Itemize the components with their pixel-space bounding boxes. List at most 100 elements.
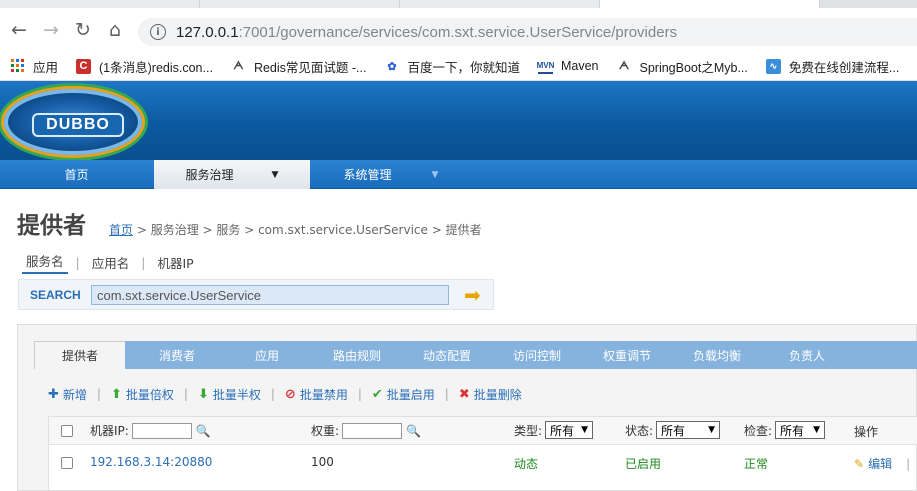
action-separator: |: [270, 387, 275, 401]
header-type-label: 类型:: [514, 423, 543, 438]
header-status-label: 状态:: [625, 423, 654, 438]
action-separator: |: [357, 387, 362, 401]
select-value: 所有: [780, 423, 805, 438]
bookmark-springboot[interactable]: ᗅ SpringBoot之Myb...: [617, 57, 748, 76]
cross-icon: ✖: [458, 386, 470, 402]
header-ip: 机器IP: 🔍: [90, 422, 211, 439]
breadcrumb: 首页 > 服务治理 > 服务 > com.sxt.service.UserSer…: [109, 221, 482, 238]
tab-separator: |: [141, 254, 146, 270]
search-bar: SEARCH ➡: [18, 279, 494, 310]
plus-icon: ✚: [48, 386, 59, 402]
search-icon[interactable]: 🔍: [196, 424, 211, 438]
edit-button[interactable]: ✎ 编辑 |: [854, 455, 910, 472]
half-weight-button[interactable]: ⬇ 批量半权: [198, 386, 261, 403]
chevron-down-icon: ▼: [708, 425, 716, 435]
address-bar[interactable]: i 127.0.0.1:7001/governance/services/com…: [138, 18, 917, 46]
bookmarks-bar: 应用 C (1条消息)redis.con... ᗅ Redis常见面试题 -... …: [0, 52, 917, 81]
search-input[interactable]: [91, 285, 449, 305]
add-button[interactable]: ✚ 新增: [48, 386, 87, 403]
check-filter-select[interactable]: 所有 ▼: [775, 421, 826, 439]
search-tab-ip[interactable]: 机器IP: [153, 253, 197, 272]
bookmark-csdn[interactable]: C (1条消息)redis.con...: [76, 57, 213, 76]
tab-weights[interactable]: 权重调节: [582, 341, 672, 369]
row-checkbox[interactable]: [61, 457, 73, 469]
tab-consumers[interactable]: 消费者: [132, 341, 222, 369]
back-arrow-icon[interactable]: ←: [8, 19, 30, 41]
action-separator: |: [183, 387, 188, 401]
bookmark-redis[interactable]: ᗅ Redis常见面试题 -...: [231, 57, 366, 76]
provider-tabs: 提供者 消费者 应用 路由规则 动态配置 访问控制 权重调节 负载均衡 负责人: [34, 341, 917, 369]
header-type: 类型: 所有 ▼: [514, 421, 594, 439]
tab-separator: |: [75, 254, 80, 270]
action-label: 批量倍权: [125, 387, 174, 402]
reload-icon[interactable]: ↻: [72, 19, 94, 41]
address-url[interactable]: 127.0.0.1:7001/governance/services/com.s…: [176, 24, 677, 41]
action-label: 批量半权: [212, 387, 261, 402]
tab-applications[interactable]: 应用: [222, 341, 312, 369]
chevron-down-icon: ▼: [271, 169, 279, 180]
provider-address-link[interactable]: 192.168.3.14:20880: [90, 455, 212, 469]
nav-label: 首页: [64, 168, 89, 182]
delete-button[interactable]: ✖ 批量删除: [459, 386, 522, 403]
site-info-icon[interactable]: i: [150, 24, 166, 40]
providers-table: 机器IP: 🔍 权重: 🔍 类型: 所有 ▼ 状态: 所有 ▼ 检查: 所有 ▼ 操作 192.…: [48, 416, 917, 491]
search-tab-service[interactable]: 服务名: [22, 251, 68, 274]
type-filter-select[interactable]: 所有 ▼: [545, 421, 594, 439]
search-go-arrow-icon[interactable]: ➡: [464, 285, 486, 305]
provider-status: 已启用: [625, 457, 662, 471]
status-filter-select[interactable]: 所有 ▼: [656, 421, 721, 439]
bookmark-label: 应用: [33, 60, 59, 75]
bookmark-label: 百度一下，你就知道: [407, 60, 520, 75]
browser-tab[interactable]: [200, 0, 400, 8]
bookmark-maven[interactable]: MVN Maven: [537, 59, 599, 74]
provider-check: 正常: [744, 457, 769, 471]
select-value: 所有: [661, 423, 686, 438]
tab-owners[interactable]: 负责人: [762, 341, 852, 369]
dubbo-logo[interactable]: DUBBO: [4, 89, 142, 155]
header-weight-label: 权重:: [311, 424, 340, 438]
up-arrow-icon: ⬆: [110, 386, 122, 402]
action-separator: |: [96, 387, 101, 401]
bookmark-baidu[interactable]: ✿ 百度一下，你就知道: [384, 57, 520, 76]
action-separator: |: [444, 387, 449, 401]
nav-item-home[interactable]: 首页: [0, 160, 153, 189]
nav-label: 系统管理: [343, 168, 392, 182]
url-host: 127.0.0.1: [176, 23, 239, 41]
weight-filter-input[interactable]: [342, 422, 403, 439]
main-nav: 首页 服务治理 ▼ 系统管理 ▼: [0, 160, 917, 189]
nav-item-system[interactable]: 系统管理 ▼: [311, 160, 471, 189]
header-check-label: 检查:: [744, 423, 773, 438]
nav-item-governance[interactable]: 服务治理 ▼: [154, 160, 310, 189]
app-header: DUBBO: [0, 81, 917, 160]
disable-button[interactable]: ⊘ 批量禁用: [285, 386, 348, 403]
pencil-icon: ✎: [854, 456, 865, 471]
browser-tab-active[interactable]: [600, 0, 820, 8]
browser-tab[interactable]: [0, 0, 200, 8]
ip-filter-input[interactable]: [131, 422, 192, 439]
bookmark-label: SpringBoot之Myb...: [639, 60, 748, 75]
tab-overrides[interactable]: 动态配置: [402, 341, 492, 369]
tab-routes[interactable]: 路由规则: [312, 341, 402, 369]
tab-providers[interactable]: 提供者: [34, 341, 125, 369]
tab-access[interactable]: 访问控制: [492, 341, 582, 369]
breadcrumb-home-link[interactable]: 首页: [109, 223, 133, 237]
home-icon[interactable]: ⌂: [104, 19, 126, 41]
search-type-tabs: 服务名 | 应用名 | 机器IP: [22, 251, 198, 274]
browser-tab[interactable]: [400, 0, 600, 8]
bookmark-label: (1条消息)redis.con...: [99, 60, 213, 75]
batch-actions: ✚ 新增 | ⬆ 批量倍权 | ⬇ 批量半权 | ⊘ 批量禁用 | ✔ 批量启用 | ✖ 批…: [48, 384, 522, 404]
browser-toolbar: ← → ↻ ⌂ i 127.0.0.1:7001/governance/serv…: [0, 8, 917, 52]
select-all-checkbox[interactable]: [61, 425, 73, 437]
double-weight-button[interactable]: ⬆ 批量倍权: [111, 386, 174, 403]
bookmark-flowchart[interactable]: ∿ 免费在线创建流程...: [765, 57, 899, 76]
provider-type: 动态: [514, 457, 539, 471]
chart-icon: ∿: [765, 58, 781, 74]
search-icon[interactable]: 🔍: [406, 424, 421, 438]
tab-loadbalance[interactable]: 负载均衡: [672, 341, 762, 369]
search-tab-application[interactable]: 应用名: [88, 253, 134, 272]
bookmark-apps[interactable]: 应用: [10, 57, 58, 76]
enable-button[interactable]: ✔ 批量启用: [372, 386, 435, 403]
breadcrumb-trail: > 服务治理 > 服务 > com.sxt.service.UserServic…: [133, 223, 482, 237]
forward-arrow-icon[interactable]: →: [40, 19, 62, 41]
fox-icon: ᗅ: [618, 59, 630, 72]
